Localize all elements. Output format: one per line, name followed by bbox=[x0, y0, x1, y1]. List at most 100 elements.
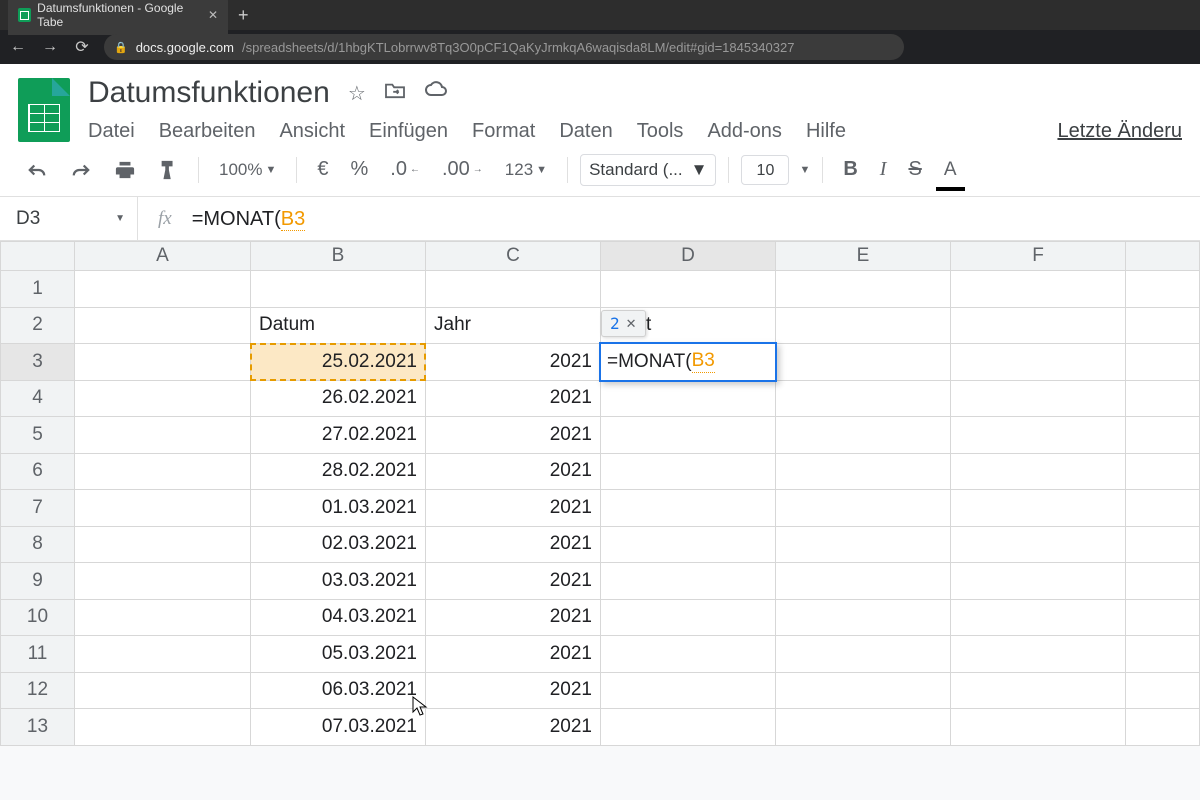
menu-hilfe[interactable]: Hilfe bbox=[806, 120, 846, 143]
cell[interactable]: 2021 bbox=[426, 526, 601, 563]
percent-button[interactable]: % bbox=[343, 152, 377, 187]
cell[interactable]: 27.02.2021 bbox=[251, 417, 426, 454]
cell[interactable]: 04.03.2021 bbox=[251, 599, 426, 636]
cell-B3[interactable]: 25.02.2021 bbox=[251, 344, 426, 381]
formula-bar: D3 ▼ fx =MONAT(B3 bbox=[0, 197, 1200, 241]
row-header[interactable]: 7 bbox=[1, 490, 75, 527]
font-size-input[interactable]: 10 bbox=[741, 155, 789, 185]
col-header-D[interactable]: D bbox=[601, 242, 776, 271]
close-preview-icon[interactable]: ✕ bbox=[626, 316, 637, 332]
menu-tools[interactable]: Tools bbox=[637, 120, 684, 143]
cell[interactable]: 2021 bbox=[426, 709, 601, 746]
name-box[interactable]: D3 ▼ bbox=[0, 197, 138, 240]
row-13: 13 07.03.20212021 bbox=[1, 709, 1200, 746]
row-header[interactable]: 1 bbox=[1, 271, 75, 308]
menu-ansicht[interactable]: Ansicht bbox=[279, 120, 345, 143]
menu-einfuegen[interactable]: Einfügen bbox=[369, 120, 448, 143]
row-11: 11 05.03.20212021 bbox=[1, 636, 1200, 673]
row-header[interactable]: 13 bbox=[1, 709, 75, 746]
italic-button[interactable]: I bbox=[872, 152, 895, 187]
undo-button[interactable] bbox=[18, 155, 56, 185]
cell[interactable]: 2021 bbox=[426, 563, 601, 600]
sheets-logo-icon[interactable] bbox=[18, 78, 70, 142]
browser-tab[interactable]: Datumsfunktionen - Google Tabe ✕ bbox=[8, 0, 228, 35]
back-button[interactable]: ← bbox=[8, 38, 28, 56]
cell-C2[interactable]: Jahr bbox=[426, 307, 601, 344]
zoom-select[interactable]: 100% ▼ bbox=[211, 154, 284, 186]
doc-title[interactable]: Datumsfunktionen bbox=[88, 76, 330, 110]
menu-bearbeiten[interactable]: Bearbeiten bbox=[159, 120, 256, 143]
select-all-corner[interactable] bbox=[1, 242, 75, 271]
cell-B2[interactable]: Datum bbox=[251, 307, 426, 344]
row-header[interactable]: 10 bbox=[1, 599, 75, 636]
spreadsheet-grid[interactable]: A B C D E F 1 2 Datum Jahr Moat 3 25.02.… bbox=[0, 241, 1200, 746]
number-format-select[interactable]: 123 ▼ bbox=[497, 154, 555, 186]
col-header-E[interactable]: E bbox=[776, 242, 951, 271]
bold-button[interactable]: B bbox=[835, 152, 865, 187]
reload-button[interactable]: ⟳ bbox=[72, 37, 92, 57]
toolbar: 100% ▼ € % .0← .00→ 123 ▼ Standard (...▼… bbox=[0, 143, 1200, 197]
menu-addons[interactable]: Add-ons bbox=[707, 120, 782, 143]
cell[interactable]: 26.02.2021 bbox=[251, 380, 426, 417]
font-select[interactable]: Standard (...▼ bbox=[580, 154, 716, 186]
row-header[interactable]: 12 bbox=[1, 672, 75, 709]
cell[interactable]: 2021 bbox=[426, 599, 601, 636]
cell[interactable]: 2021 bbox=[426, 417, 601, 454]
strikethrough-button[interactable]: S bbox=[900, 152, 929, 187]
move-icon[interactable] bbox=[384, 81, 406, 106]
doc-header: Datumsfunktionen ☆ Datei Bearbeiten Ansi… bbox=[0, 64, 1200, 143]
cell-C3[interactable]: 2021 bbox=[426, 344, 601, 381]
menu-format[interactable]: Format bbox=[472, 120, 535, 143]
redo-button[interactable] bbox=[62, 155, 100, 185]
cell-D3[interactable]: 2 ✕ =MONAT(B3 bbox=[601, 344, 776, 381]
increase-decimal-button[interactable]: .00→ bbox=[434, 152, 491, 187]
row-9: 9 03.03.20212021 bbox=[1, 563, 1200, 600]
row-header[interactable]: 2 bbox=[1, 307, 75, 344]
menu-daten[interactable]: Daten bbox=[559, 120, 612, 143]
formula-input[interactable]: =MONAT(B3 bbox=[192, 206, 306, 231]
url-box[interactable]: 🔒 docs.google.com/spreadsheets/d/1hbgKTL… bbox=[104, 34, 904, 60]
cell-editor[interactable]: =MONAT(B3 bbox=[599, 342, 777, 382]
last-edit-link[interactable]: Letzte Änderu bbox=[1057, 120, 1182, 143]
row-header[interactable]: 3 bbox=[1, 344, 75, 381]
row-header[interactable]: 5 bbox=[1, 417, 75, 454]
text-color-button[interactable]: A bbox=[936, 153, 965, 187]
row-header[interactable]: 4 bbox=[1, 380, 75, 417]
cell[interactable]: 2021 bbox=[426, 490, 601, 527]
font-size-caret[interactable]: ▼ bbox=[799, 164, 810, 176]
row-header[interactable]: 8 bbox=[1, 526, 75, 563]
cell[interactable]: 2021 bbox=[426, 380, 601, 417]
cell[interactable]: 2021 bbox=[426, 636, 601, 673]
cell[interactable]: 2021 bbox=[426, 453, 601, 490]
col-header-A[interactable]: A bbox=[75, 242, 251, 271]
row-12: 12 06.03.20212021 bbox=[1, 672, 1200, 709]
star-icon[interactable]: ☆ bbox=[348, 81, 366, 106]
cell[interactable]: 01.03.2021 bbox=[251, 490, 426, 527]
tab-close-icon[interactable]: ✕ bbox=[208, 8, 218, 22]
cell[interactable]: 06.03.2021 bbox=[251, 672, 426, 709]
row-header[interactable]: 11 bbox=[1, 636, 75, 673]
row-header[interactable]: 6 bbox=[1, 453, 75, 490]
forward-button[interactable]: → bbox=[40, 38, 60, 56]
currency-button[interactable]: € bbox=[309, 152, 336, 187]
paint-format-button[interactable] bbox=[150, 153, 186, 187]
menu-datei[interactable]: Datei bbox=[88, 120, 135, 143]
cell[interactable]: 2021 bbox=[426, 672, 601, 709]
col-header-B[interactable]: B bbox=[251, 242, 426, 271]
cell[interactable]: 28.02.2021 bbox=[251, 453, 426, 490]
row-5: 5 27.02.20212021 bbox=[1, 417, 1200, 454]
print-button[interactable] bbox=[106, 154, 144, 186]
row-header[interactable]: 9 bbox=[1, 563, 75, 600]
cell[interactable]: 07.03.2021 bbox=[251, 709, 426, 746]
cloud-saved-icon[interactable] bbox=[424, 81, 448, 106]
decrease-decimal-button[interactable]: .0← bbox=[382, 152, 428, 187]
column-header-row: A B C D E F bbox=[1, 242, 1200, 271]
col-header-F[interactable]: F bbox=[951, 242, 1126, 271]
cell[interactable]: 02.03.2021 bbox=[251, 526, 426, 563]
cell[interactable]: 03.03.2021 bbox=[251, 563, 426, 600]
col-header-C[interactable]: C bbox=[426, 242, 601, 271]
cell[interactable]: 05.03.2021 bbox=[251, 636, 426, 673]
formula-preview-tooltip: 2 ✕ bbox=[601, 310, 646, 337]
new-tab-button[interactable]: + bbox=[228, 5, 259, 26]
col-header-overflow[interactable] bbox=[1126, 242, 1200, 271]
